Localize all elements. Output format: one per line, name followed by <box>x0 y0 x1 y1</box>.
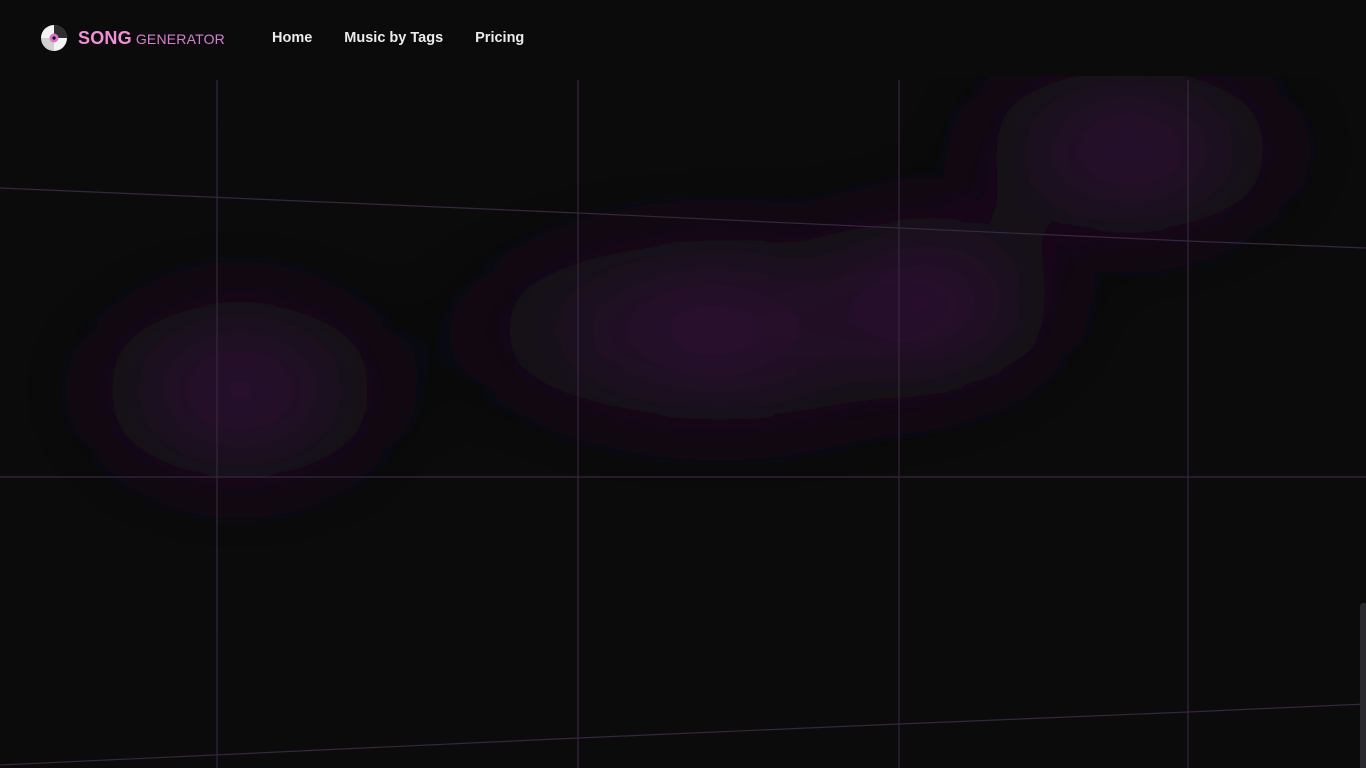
brand-secondary-text: GENERATOR <box>135 30 225 47</box>
page: SONG GENERATOR Home Music by Tags Pricin… <box>0 0 1366 768</box>
site-header: SONG GENERATOR Home Music by Tags Pricin… <box>0 0 1366 76</box>
brand-primary-text: SONG <box>78 27 132 48</box>
brand-name: SONG GENERATOR <box>78 28 225 49</box>
grid-lines <box>0 80 1366 768</box>
vinyl-disc-icon <box>40 24 68 52</box>
brand-logo-link[interactable]: SONG GENERATOR <box>40 24 225 52</box>
nav-music-by-tags[interactable]: Music by Tags <box>344 28 443 48</box>
main-nav: Home Music by Tags Pricing <box>272 28 556 48</box>
hero-background <box>0 30 1366 768</box>
purple-glow <box>40 30 1340 520</box>
nav-home[interactable]: Home <box>272 28 312 48</box>
nav-pricing[interactable]: Pricing <box>475 28 524 48</box>
scrollbar-thumb[interactable] <box>1360 603 1366 768</box>
